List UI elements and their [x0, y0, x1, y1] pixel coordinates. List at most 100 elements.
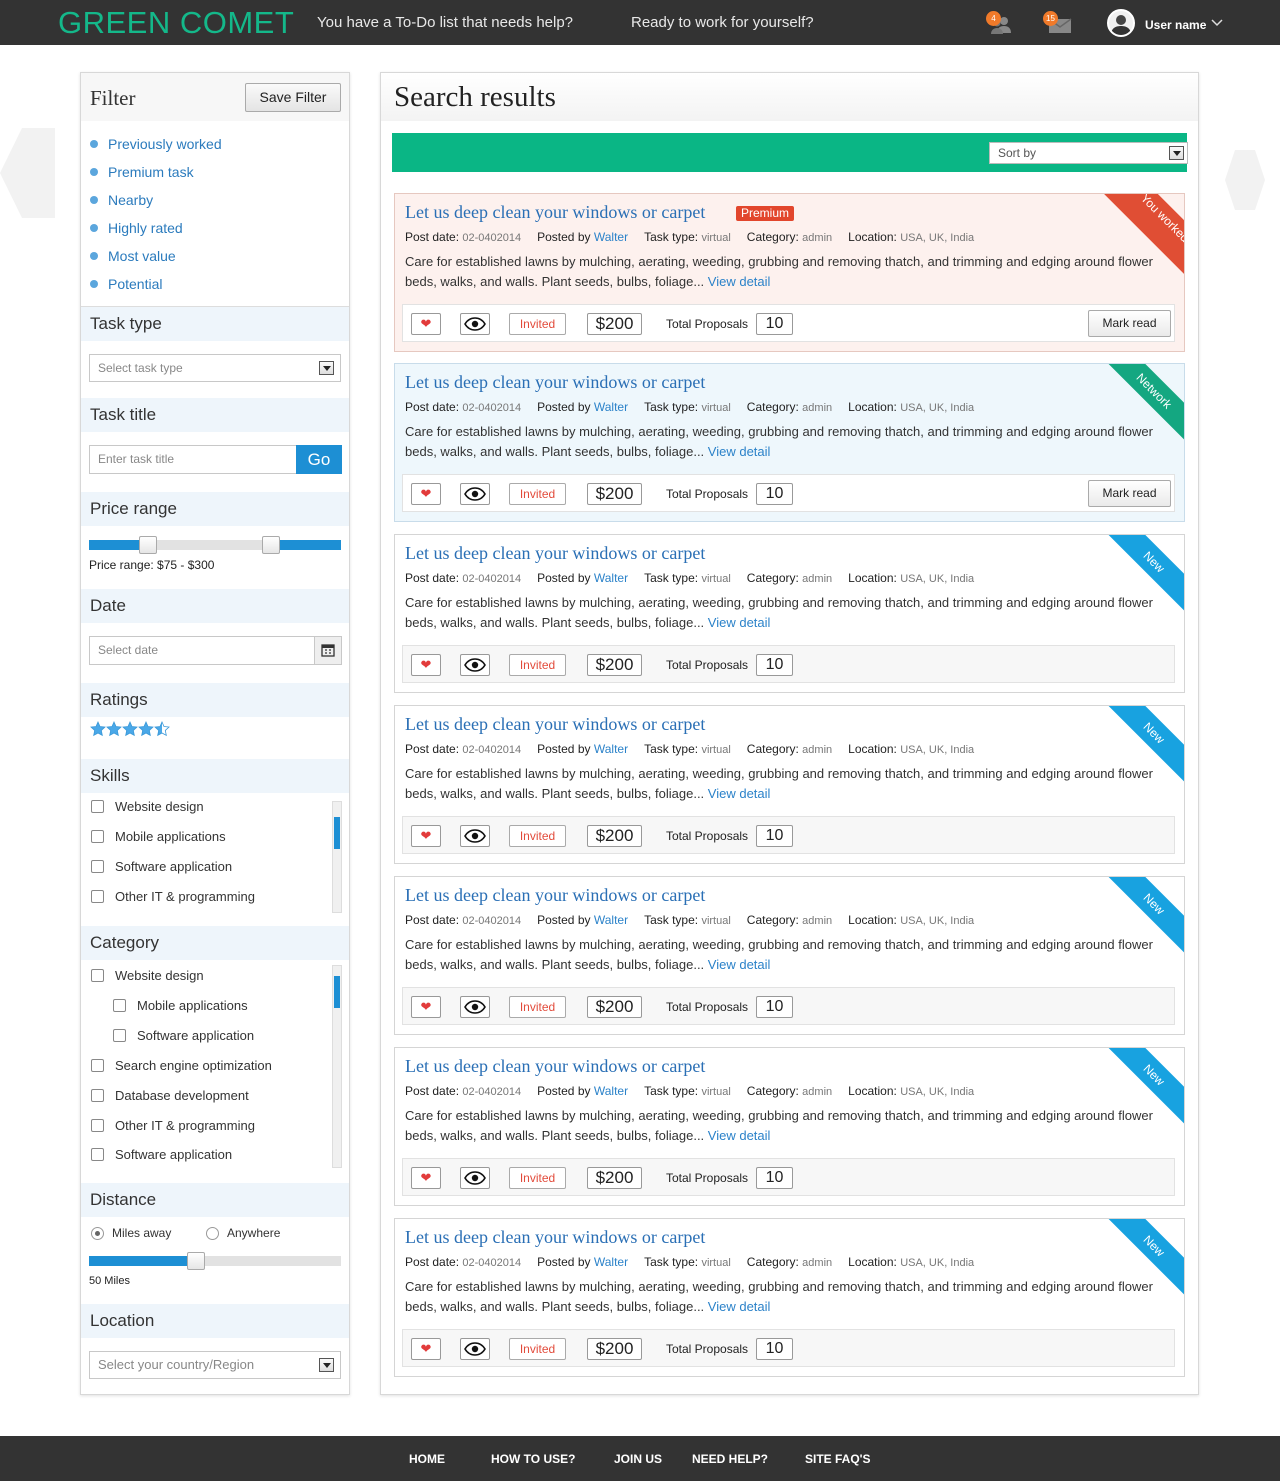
view-detail-link[interactable]: View detail — [708, 615, 771, 630]
quick-filter-previously-worked[interactable]: Previously worked — [90, 136, 222, 152]
view-detail-link[interactable]: View detail — [708, 1128, 771, 1143]
favorite-button[interactable]: ❤ — [411, 825, 441, 847]
category-checkbox-website-design[interactable]: Website design — [91, 968, 204, 983]
view-detail-link[interactable]: View detail — [708, 957, 771, 972]
quick-filter-highly-rated[interactable]: Highly rated — [90, 220, 183, 236]
radio-icon[interactable] — [91, 1227, 104, 1240]
checkbox-icon[interactable] — [113, 999, 126, 1012]
scroll-thumb[interactable] — [334, 817, 340, 849]
invited-button[interactable]: Invited — [509, 483, 566, 505]
favorite-button[interactable]: ❤ — [411, 1338, 441, 1360]
checkbox-icon[interactable] — [91, 1119, 104, 1132]
poster-link[interactable]: Walter — [594, 400, 628, 414]
favorite-button[interactable]: ❤ — [411, 996, 441, 1018]
skills-scrollbar[interactable] — [332, 801, 342, 913]
footer-link-home[interactable]: HOME — [409, 1452, 445, 1466]
logo[interactable]: GREEN COMET — [58, 5, 294, 41]
sort-select[interactable]: Sort by — [989, 142, 1188, 164]
task-title-input[interactable]: Enter task title — [89, 445, 297, 474]
price-min-handle[interactable] — [139, 536, 157, 554]
avatar[interactable] — [1107, 9, 1135, 37]
quick-filter-most-value[interactable]: Most value — [90, 248, 176, 264]
checkbox-icon[interactable] — [91, 800, 104, 813]
skill-checkbox-software-application[interactable]: Software application — [91, 859, 232, 874]
watch-button[interactable] — [460, 1338, 490, 1360]
view-detail-link[interactable]: View detail — [708, 274, 771, 289]
quick-filter-potential[interactable]: Potential — [90, 276, 162, 292]
category-scrollbar[interactable] — [332, 965, 342, 1168]
task-title-link[interactable]: Let us deep clean your windows or carpet — [405, 372, 705, 393]
skill-checkbox-mobile-applications[interactable]: Mobile applications — [91, 829, 226, 844]
watch-button[interactable] — [460, 825, 490, 847]
footer-link-need-help[interactable]: NEED HELP? — [692, 1452, 768, 1466]
checkbox-icon[interactable] — [91, 1089, 104, 1102]
poster-link[interactable]: Walter — [594, 571, 628, 585]
skill-checkbox-other-it[interactable]: Other IT & programming — [91, 889, 255, 904]
mark-read-button[interactable]: Mark read — [1088, 480, 1171, 507]
poster-link[interactable]: Walter — [594, 1084, 628, 1098]
category-checkbox-software-application-2[interactable]: Software application — [91, 1147, 232, 1162]
category-checkbox-other-it[interactable]: Other IT & programming — [91, 1118, 255, 1133]
quick-filter-nearby[interactable]: Nearby — [90, 192, 153, 208]
radio-icon[interactable] — [206, 1227, 219, 1240]
location-select[interactable]: Select your country/Region — [89, 1351, 341, 1379]
checkbox-icon[interactable] — [91, 1059, 104, 1072]
rating-stars[interactable] — [90, 721, 170, 742]
view-detail-link[interactable]: View detail — [708, 786, 771, 801]
checkbox-icon[interactable] — [91, 890, 104, 903]
users-notification[interactable]: 4 — [986, 11, 1012, 35]
user-name[interactable]: User name — [1145, 18, 1206, 32]
messages-notification[interactable]: 15 — [1043, 11, 1072, 35]
task-title-link[interactable]: Let us deep clean your windows or carpet — [405, 1227, 705, 1248]
footer-link-join-us[interactable]: JOIN US — [614, 1452, 662, 1466]
category-checkbox-software-application[interactable]: Software application — [113, 1028, 254, 1043]
invited-button[interactable]: Invited — [509, 1167, 566, 1189]
task-title-link[interactable]: Let us deep clean your windows or carpet — [405, 885, 705, 906]
category-checkbox-mobile-applications[interactable]: Mobile applications — [113, 998, 248, 1013]
watch-button[interactable] — [460, 313, 490, 335]
skill-checkbox-website-design[interactable]: Website design — [91, 799, 204, 814]
poster-link[interactable]: Walter — [594, 230, 628, 244]
task-type-select[interactable]: Select task type — [89, 354, 341, 382]
distance-handle[interactable] — [187, 1252, 205, 1270]
favorite-button[interactable]: ❤ — [411, 313, 441, 335]
task-title-link[interactable]: Let us deep clean your windows or carpet — [405, 714, 705, 735]
task-title-link[interactable]: Let us deep clean your windows or carpet — [405, 543, 705, 564]
footer-link-how-to-use[interactable]: HOW TO USE? — [491, 1452, 575, 1466]
poster-link[interactable]: Walter — [594, 1255, 628, 1269]
category-checkbox-database-development[interactable]: Database development — [91, 1088, 249, 1103]
invited-button[interactable]: Invited — [509, 654, 566, 676]
checkbox-icon[interactable] — [91, 860, 104, 873]
scroll-thumb[interactable] — [334, 976, 340, 1008]
price-max-handle[interactable] — [262, 536, 280, 554]
checkbox-icon[interactable] — [91, 1148, 104, 1161]
calendar-icon[interactable] — [314, 636, 342, 665]
invited-button[interactable]: Invited — [509, 996, 566, 1018]
watch-button[interactable] — [460, 483, 490, 505]
favorite-button[interactable]: ❤ — [411, 654, 441, 676]
save-filter-button[interactable]: Save Filter — [245, 83, 341, 112]
checkbox-icon[interactable] — [91, 830, 104, 843]
checkbox-icon[interactable] — [91, 969, 104, 982]
quick-filter-premium-task[interactable]: Premium task — [90, 164, 194, 180]
poster-link[interactable]: Walter — [594, 913, 628, 927]
date-input[interactable]: Select date — [89, 636, 315, 665]
go-button[interactable]: Go — [296, 445, 342, 474]
chevron-down-icon[interactable] — [1211, 17, 1223, 31]
view-detail-link[interactable]: View detail — [708, 444, 771, 459]
task-title-link[interactable]: Let us deep clean your windows or carpet — [405, 1056, 705, 1077]
work-link[interactable]: Ready to work for yourself? — [631, 14, 814, 31]
favorite-button[interactable]: ❤ — [411, 1167, 441, 1189]
poster-link[interactable]: Walter — [594, 742, 628, 756]
favorite-button[interactable]: ❤ — [411, 483, 441, 505]
todo-link[interactable]: You have a To-Do list that needs help? — [317, 14, 573, 31]
watch-button[interactable] — [460, 1167, 490, 1189]
category-checkbox-seo[interactable]: Search engine optimization — [91, 1058, 272, 1073]
invited-button[interactable]: Invited — [509, 1338, 566, 1360]
invited-button[interactable]: Invited — [509, 825, 566, 847]
footer-link-site-faqs[interactable]: SITE FAQ'S — [805, 1452, 871, 1466]
mark-read-button[interactable]: Mark read — [1088, 310, 1171, 337]
anywhere-radio[interactable]: Anywhere — [206, 1226, 280, 1240]
invited-button[interactable]: Invited — [509, 313, 566, 335]
miles-away-radio[interactable]: Miles away — [91, 1226, 171, 1240]
